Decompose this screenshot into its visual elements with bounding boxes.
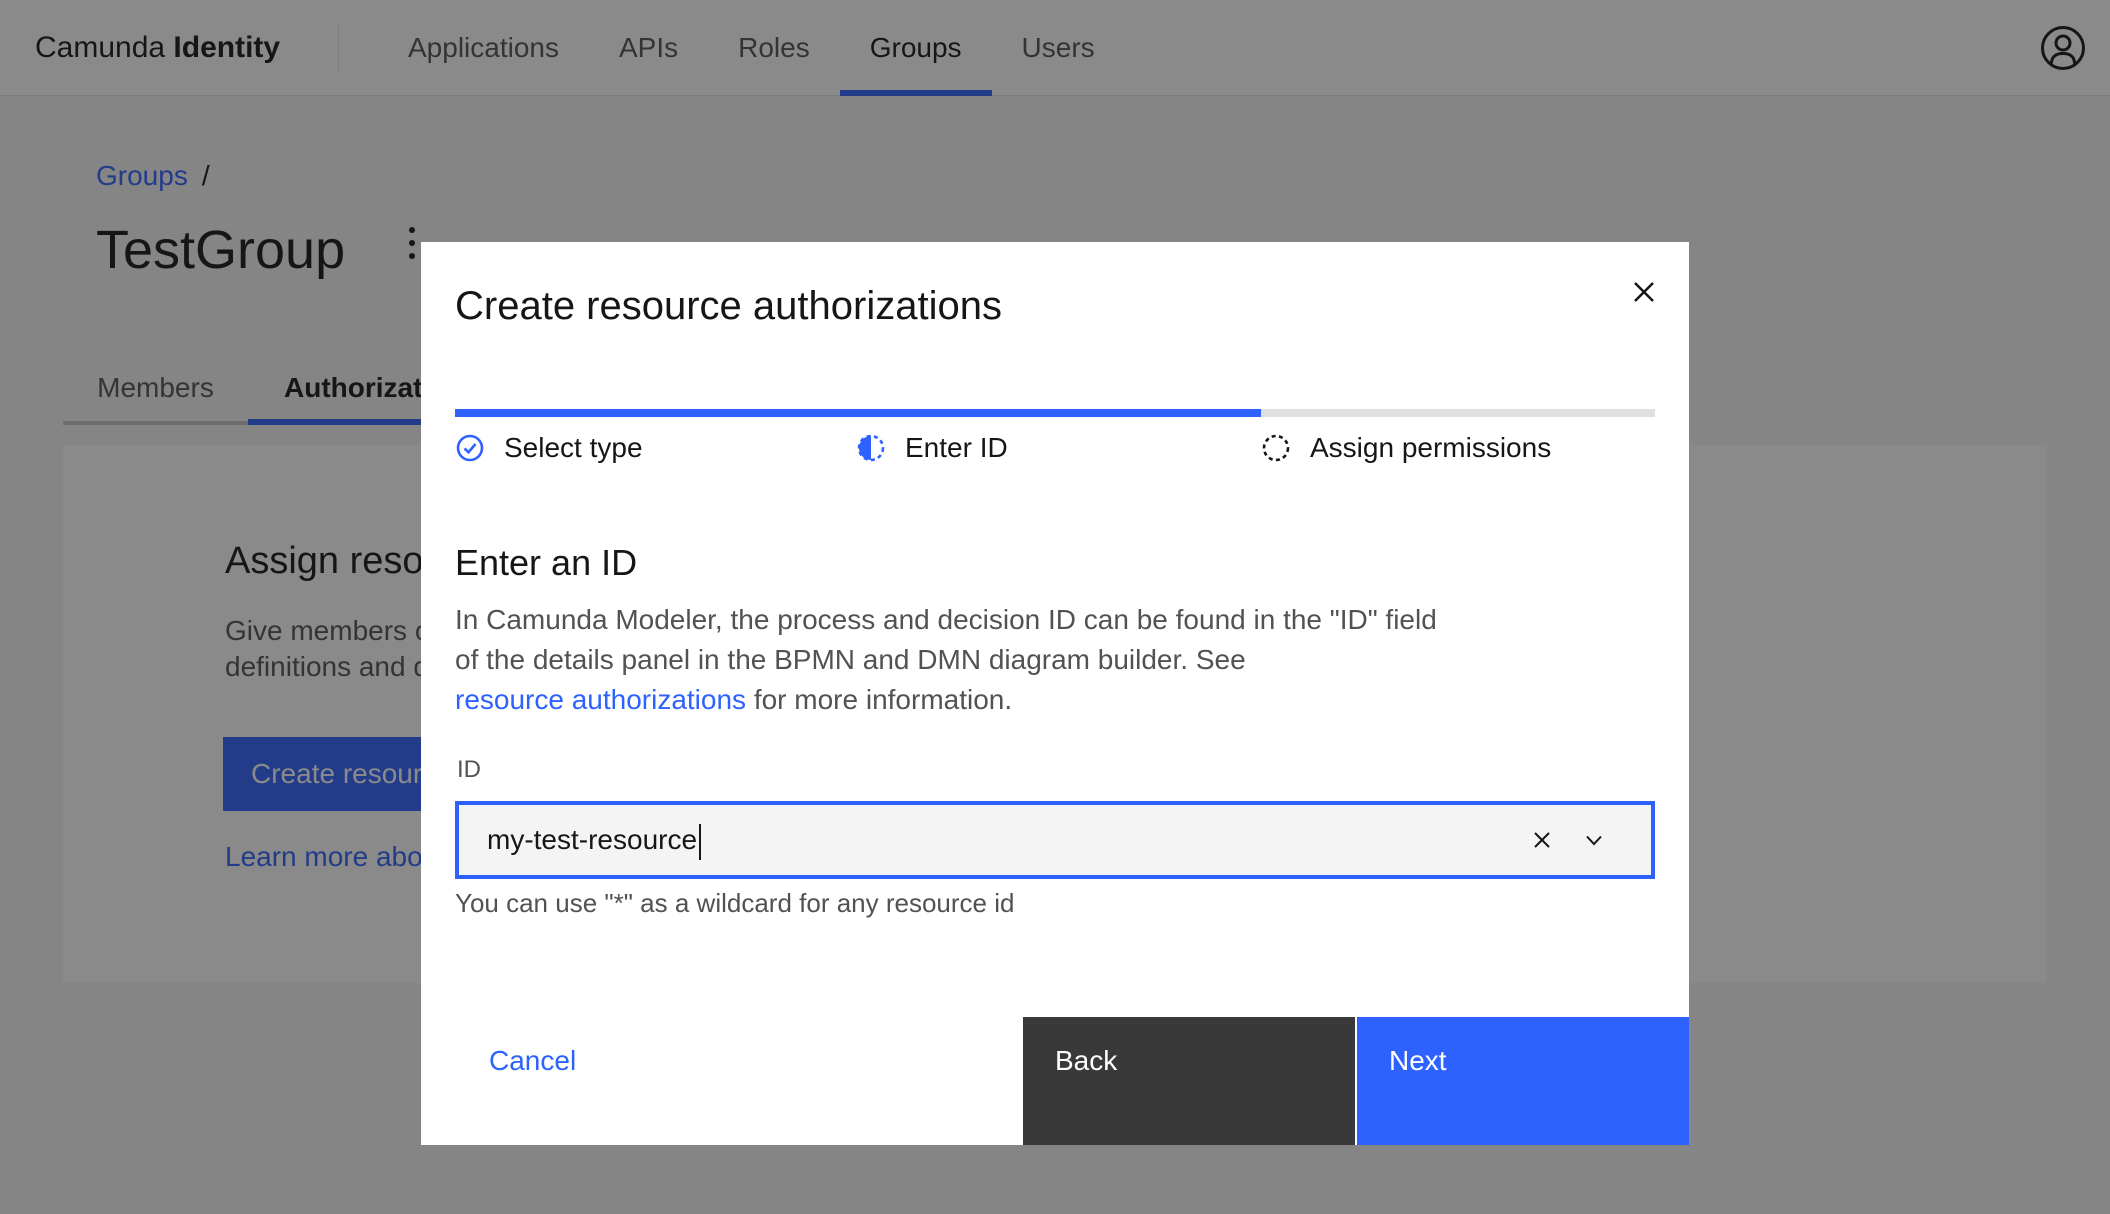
text-cursor bbox=[699, 824, 701, 860]
progress-fill bbox=[455, 409, 1261, 417]
next-button[interactable]: Next bbox=[1357, 1017, 1689, 1145]
modal-description-line-1: In Camunda Modeler, the process and deci… bbox=[455, 600, 1437, 640]
modal-description-line-3: resource authorizations for more informa… bbox=[455, 680, 1437, 720]
id-field-label: ID bbox=[457, 756, 481, 784]
progress-step-select-type[interactable]: Select type bbox=[456, 432, 643, 464]
id-combobox[interactable]: my-test-resource bbox=[455, 801, 1655, 879]
cancel-button[interactable]: Cancel bbox=[421, 1017, 1023, 1145]
step-complete-icon bbox=[456, 434, 484, 462]
step-label-assign-permissions: Assign permissions bbox=[1310, 432, 1551, 464]
clear-x-svg bbox=[1529, 827, 1555, 853]
chevron-down-icon[interactable] bbox=[1581, 827, 1607, 853]
step-current-icon bbox=[857, 434, 885, 462]
clear-input-icon[interactable] bbox=[1529, 827, 1555, 853]
modal-footer: Cancel Back Next bbox=[421, 1017, 1689, 1145]
modal-description: In Camunda Modeler, the process and deci… bbox=[455, 600, 1437, 720]
create-resource-authorizations-modal: Create resource authorizations Select ty… bbox=[421, 242, 1689, 1145]
chevron-svg bbox=[1581, 827, 1607, 853]
modal-title: Create resource authorizations bbox=[455, 280, 1002, 332]
progress-step-enter-id[interactable]: Enter ID bbox=[857, 432, 1008, 464]
progress-step-assign-permissions[interactable]: Assign permissions bbox=[1262, 432, 1551, 464]
resource-authorizations-link[interactable]: resource authorizations bbox=[455, 684, 746, 715]
close-x-svg bbox=[1629, 277, 1659, 307]
id-value-text: my-test-resource bbox=[487, 824, 697, 855]
screen: Camunda Identity Applications APIs Roles… bbox=[0, 0, 2110, 1214]
close-icon[interactable] bbox=[1620, 268, 1668, 316]
id-field-helper-text: You can use "*" as a wildcard for any re… bbox=[455, 888, 1014, 919]
progress-track bbox=[455, 409, 1655, 417]
modal-section-heading: Enter an ID bbox=[455, 542, 637, 584]
modal-description-line-2: of the details panel in the BPMN and DMN… bbox=[455, 640, 1437, 680]
step-label-enter-id: Enter ID bbox=[905, 432, 1008, 464]
back-button[interactable]: Back bbox=[1023, 1017, 1355, 1145]
id-input-value[interactable]: my-test-resource bbox=[487, 805, 701, 875]
step-label-select-type: Select type bbox=[504, 432, 643, 464]
step-incomplete-icon bbox=[1262, 434, 1290, 462]
modal-description-after-link: for more information. bbox=[746, 684, 1012, 715]
